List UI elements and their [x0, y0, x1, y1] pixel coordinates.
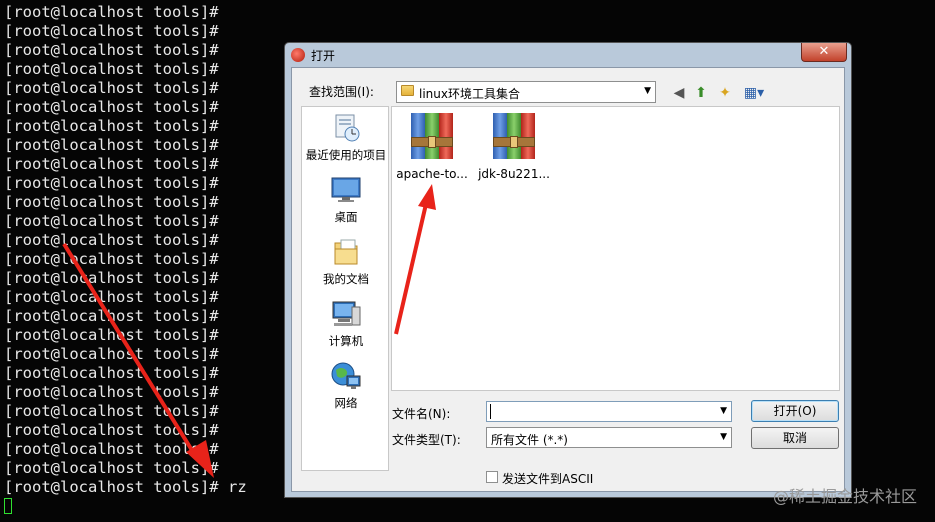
terminal-line: [root@localhost tools]# — [4, 193, 219, 211]
place-documents[interactable]: 我的文档 — [302, 237, 390, 287]
terminal-line: [root@localhost tools]# — [4, 98, 219, 116]
app-icon — [291, 48, 305, 62]
winrar-archive-icon — [409, 111, 455, 161]
terminal-line: [root@localhost tools]# — [4, 60, 219, 78]
close-button[interactable]: ✕ — [801, 43, 847, 62]
terminal-line: [root@localhost tools]# — [4, 402, 219, 420]
terminal-line: [root@localhost tools]# — [4, 117, 219, 135]
terminal-line: [root@localhost tools]# — [4, 307, 219, 325]
place-label: 我的文档 — [323, 272, 369, 286]
file-item[interactable]: jdk-8u221... — [476, 111, 552, 181]
terminal-line: [root@localhost tools]# — [4, 41, 219, 59]
terminal-prompt: [root@localhost tools]# — [4, 478, 219, 496]
terminal-command: rz — [227, 478, 247, 496]
terminal-line: [root@localhost tools]# — [4, 326, 219, 344]
dialog-title: 打开 — [311, 49, 336, 63]
terminal-line: [root@localhost tools]# — [4, 250, 219, 268]
new-folder-icon[interactable]: ✦ — [716, 84, 734, 102]
terminal-line: [root@localhost tools]# — [4, 22, 219, 40]
terminal-line: [root@localhost tools]# — [4, 155, 219, 173]
chevron-down-icon[interactable]: ▼ — [720, 432, 727, 442]
place-label: 桌面 — [334, 210, 358, 224]
filetype-combo[interactable]: 所有文件 (*.*) ▼ — [486, 427, 732, 448]
terminal-line: [root@localhost tools]# — [4, 136, 219, 154]
terminal-line: [root@localhost tools]# — [4, 364, 219, 382]
network-icon — [330, 361, 362, 391]
dialog-client-area: 查找范围(I): linux环境工具集合 ▼ ◀ ⬆ ✦ ▦▾ 最近使用的项目 … — [291, 67, 845, 492]
up-folder-icon[interactable]: ⬆ — [692, 84, 710, 102]
place-label: 计算机 — [328, 334, 364, 348]
terminal-cursor — [4, 498, 12, 514]
terminal-line: [root@localhost tools]# — [4, 3, 219, 21]
terminal-line: [root@localhost tools]# — [4, 440, 219, 458]
terminal-line: [root@localhost tools]# — [4, 174, 219, 192]
place-computer[interactable]: 计算机 — [302, 299, 390, 349]
terminal-line: [root@localhost tools]# — [4, 421, 219, 439]
place-recent[interactable]: 最近使用的项目 — [302, 113, 390, 163]
open-button[interactable]: 打开(O) — [751, 400, 839, 422]
folder-icon — [401, 85, 414, 96]
filename-input[interactable]: ▼ — [486, 401, 732, 422]
chevron-down-icon[interactable]: ▼ — [720, 406, 727, 416]
terminal-line: [root@localhost tools]# — [4, 269, 219, 287]
place-desktop[interactable]: 桌面 — [302, 175, 390, 225]
ascii-checkbox[interactable] — [486, 471, 498, 483]
terminal-line: [root@localhost tools]# — [4, 288, 219, 306]
place-label: 最近使用的项目 — [305, 148, 387, 162]
back-icon[interactable]: ◀ — [670, 84, 688, 102]
terminal-line: [root@localhost tools]# — [4, 459, 219, 477]
terminal-line: [root@localhost tools]# — [4, 231, 219, 249]
my-documents-icon — [330, 237, 362, 267]
cancel-button[interactable]: 取消 — [751, 427, 839, 449]
file-name: jdk-8u221... — [478, 167, 550, 181]
watermark: @稀土掘金技术社区 — [772, 487, 917, 506]
place-network[interactable]: 网络 — [302, 361, 390, 411]
recent-items-icon — [330, 113, 362, 143]
text-caret — [490, 404, 491, 419]
terminal-line: [root@localhost tools]# — [4, 212, 219, 230]
filetype-value: 所有文件 (*.*) — [491, 433, 568, 447]
look-in-combo[interactable]: linux环境工具集合 ▼ — [396, 81, 656, 103]
ascii-checkbox-label: 发送文件到ASCII — [502, 472, 594, 486]
terminal-line: [root@localhost tools]# — [4, 345, 219, 363]
file-list[interactable]: apache-to... jdk-8u221... — [391, 106, 840, 391]
chevron-down-icon[interactable]: ▼ — [644, 86, 651, 96]
look-in-label: 查找范围(I): — [309, 85, 374, 99]
desktop-icon — [330, 175, 362, 205]
dialog-titlebar[interactable]: 打开 ✕ — [285, 43, 851, 67]
winrar-archive-icon — [491, 111, 537, 161]
open-file-dialog: 打开 ✕ 查找范围(I): linux环境工具集合 ▼ ◀ ⬆ ✦ ▦▾ 最近使… — [284, 42, 852, 498]
filename-label: 文件名(N): — [392, 407, 451, 421]
look-in-value: linux环境工具集合 — [419, 87, 520, 101]
terminal-command-line: [root@localhost tools]# rz — [4, 478, 247, 497]
file-name: apache-to... — [396, 167, 468, 181]
terminal-line: [root@localhost tools]# — [4, 383, 219, 401]
places-bar: 最近使用的项目 桌面 我的文档 计算机 网络 — [301, 106, 389, 471]
computer-icon — [330, 299, 362, 329]
terminal-line: [root@localhost tools]# — [4, 79, 219, 97]
file-item[interactable]: apache-to... — [394, 111, 470, 181]
filetype-label: 文件类型(T): — [392, 433, 461, 447]
place-label: 网络 — [334, 396, 358, 410]
view-menu-icon[interactable]: ▦▾ — [740, 84, 768, 102]
